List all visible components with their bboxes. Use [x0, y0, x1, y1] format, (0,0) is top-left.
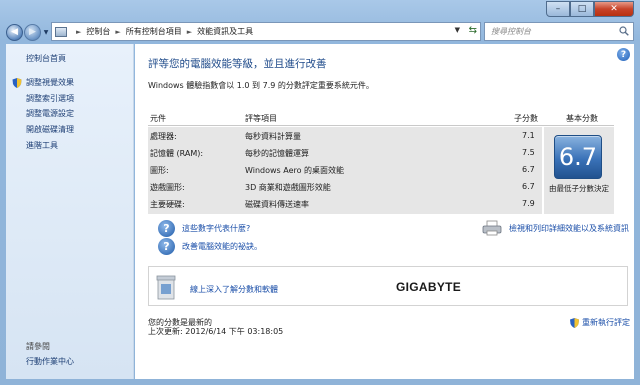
chevron-right-icon[interactable]: ►: [76, 28, 81, 36]
shield-icon: [12, 77, 22, 88]
help-button[interactable]: ?: [617, 48, 630, 61]
column-header-component: 元件: [150, 114, 166, 123]
maximize-button[interactable]: □: [570, 1, 594, 17]
rerun-assessment-row: 重新執行評定: [570, 317, 630, 328]
score-rows: 處理器: 每秒資料計算量 7.1 記憶體 (RAM): 每秒的記憶體運算 7.5…: [148, 127, 542, 214]
close-button[interactable]: ✕: [594, 1, 634, 17]
sidebar-home-link[interactable]: 控制台首頁: [26, 53, 66, 64]
caption-buttons: – □ ✕: [546, 1, 634, 17]
see-also-heading: 請參閱: [26, 342, 50, 351]
question-icon: ?: [158, 220, 175, 237]
print-info-row: 檢視和列印詳細效能以及系統資訊: [482, 220, 629, 236]
main-content: ? 評等您的電腦效能等級，並且進行改善 Windows 體驗指數會以 1.0 到…: [135, 44, 634, 379]
row-component: 處理器:: [150, 132, 177, 141]
sidebar-item-power[interactable]: 調整電源設定: [12, 106, 74, 122]
improve-tips-row: ? 改善電腦效能的祕訣。: [158, 238, 262, 255]
print-details-link[interactable]: 檢視和列印詳細效能以及系統資訊: [509, 223, 629, 234]
minimize-button[interactable]: –: [546, 1, 570, 17]
shield-icon: [570, 317, 579, 328]
sidebar-item-label: 開啟磁碟清理: [26, 125, 74, 135]
page-title: 評等您的電腦效能等級，並且進行改善: [148, 58, 327, 70]
sidebar-item-advanced-tools[interactable]: 進階工具: [12, 137, 74, 153]
forward-button[interactable]: ▶: [24, 23, 41, 41]
printer-icon: [482, 220, 502, 236]
table-row: 遊戲圖形: 3D 商業和遊戲圖形效能 6.7: [148, 178, 542, 195]
row-component: 記憶體 (RAM):: [150, 149, 204, 158]
table-row: 處理器: 每秒資料計算量 7.1: [148, 127, 542, 144]
chevron-right-icon[interactable]: ►: [187, 28, 192, 36]
column-header-basescore: 基本分數: [566, 114, 598, 123]
table-row: 記憶體 (RAM): 每秒的記憶體運算 7.5: [148, 144, 542, 161]
improve-tips-link[interactable]: 改善電腦效能的祕訣。: [182, 241, 262, 252]
search-box: [484, 22, 634, 41]
row-component: 圖形:: [150, 166, 169, 175]
last-updated: 上次更新: 2012/6/14 下午 03:18:05: [148, 327, 284, 336]
breadcrumb-all-items[interactable]: 所有控制台項目: [126, 26, 182, 37]
base-score-badge: 6.7: [554, 135, 602, 179]
column-header-item: 評等項目: [245, 114, 277, 123]
table-row: 主要硬碟: 磁碟資料傳送速率 7.9: [148, 195, 542, 212]
column-header-subscore: 子分數: [514, 114, 538, 123]
row-subscore: 7.1: [522, 131, 535, 140]
search-input[interactable]: [491, 27, 616, 36]
address-bar[interactable]: ► 控制台 ► 所有控制台項目 ► 效能資訊及工具 ▼ ⇆: [51, 22, 481, 41]
row-item: Windows Aero 的桌面效能: [245, 166, 345, 175]
sidebar-item-label: 調整視覺效果: [26, 78, 74, 88]
row-component: 主要硬碟:: [150, 200, 185, 209]
breadcrumb-performance[interactable]: 效能資訊及工具: [197, 26, 253, 37]
row-subscore: 6.7: [522, 165, 535, 174]
search-icon[interactable]: [619, 26, 629, 36]
sidebar-item-label: 調整索引選項: [26, 93, 74, 103]
breadcrumb-control-panel[interactable]: 控制台: [86, 26, 110, 37]
window-frame: – □ ✕ ◀ ▶ ▼ ► 控制台 ► 所有控制台項目 ► 效能資訊及工具 ▼ …: [0, 0, 640, 385]
sidebar-item-label: 調整電源設定: [26, 109, 74, 119]
sidebar: 控制台首頁 調整視覺效果 調整索引選項 調整電源設定 開啟磁碟清理 進階工具 請…: [6, 44, 134, 379]
software-box-icon: [156, 275, 176, 300]
learn-more-online-link[interactable]: 線上深入了解分數和軟體: [190, 284, 278, 295]
sidebar-item-indexing[interactable]: 調整索引選項: [12, 91, 74, 107]
back-button[interactable]: ◀: [6, 23, 23, 41]
row-item: 3D 商業和遊戲圖形效能: [245, 183, 331, 192]
row-item: 每秒的記憶體運算: [245, 149, 309, 158]
action-center-link[interactable]: 行動作業中心: [26, 356, 74, 367]
rerun-assessment-link[interactable]: 重新執行評定: [582, 317, 630, 328]
control-panel-icon: [55, 26, 67, 37]
row-subscore: 7.9: [522, 199, 535, 208]
sidebar-item-label: 進階工具: [26, 140, 58, 150]
score-table: 元件 評等項目 子分數 基本分數 處理器: 每秒資料計算量 7.1 記憶體 (R…: [148, 109, 614, 215]
sidebar-item-visual-effects[interactable]: 調整視覺效果: [12, 75, 74, 91]
navigation-bar: ◀ ▶ ▼ ► 控制台 ► 所有控制台項目 ► 效能資訊及工具 ▼ ⇆: [6, 22, 634, 42]
base-score-note: 由最低子分數決定: [549, 184, 609, 193]
row-subscore: 7.5: [522, 148, 535, 157]
address-dropdown-icon[interactable]: ▼: [455, 26, 460, 34]
recent-pages-dropdown-icon[interactable]: ▼: [41, 29, 51, 36]
row-component: 遊戲圖形:: [150, 183, 185, 192]
row-item: 磁碟資料傳送速率: [245, 200, 309, 209]
row-item: 每秒資料計算量: [245, 132, 301, 141]
refresh-icon[interactable]: ⇆: [469, 25, 477, 36]
numbers-help-row: ? 這些數字代表什麼?: [158, 220, 250, 237]
divider: [148, 125, 614, 126]
page-description: Windows 體驗指數會以 1.0 到 7.9 的分數評定重要系統元件。: [148, 81, 374, 90]
numbers-meaning-link[interactable]: 這些數字代表什麼?: [182, 223, 250, 234]
table-row: 圖形: Windows Aero 的桌面效能 6.7: [148, 161, 542, 178]
brand-logo: GIGABYTE: [396, 280, 462, 294]
oem-banner: 線上深入了解分數和軟體 GIGABYTE: [148, 266, 628, 306]
row-subscore: 6.7: [522, 182, 535, 191]
chevron-right-icon[interactable]: ►: [115, 28, 120, 36]
base-score-panel: 6.7 由最低子分數決定: [544, 127, 614, 214]
sidebar-task-list: 調整視覺效果 調整索引選項 調整電源設定 開啟磁碟清理 進階工具: [12, 75, 74, 153]
question-icon: ?: [158, 238, 175, 255]
sidebar-item-disk-cleanup[interactable]: 開啟磁碟清理: [12, 122, 74, 138]
